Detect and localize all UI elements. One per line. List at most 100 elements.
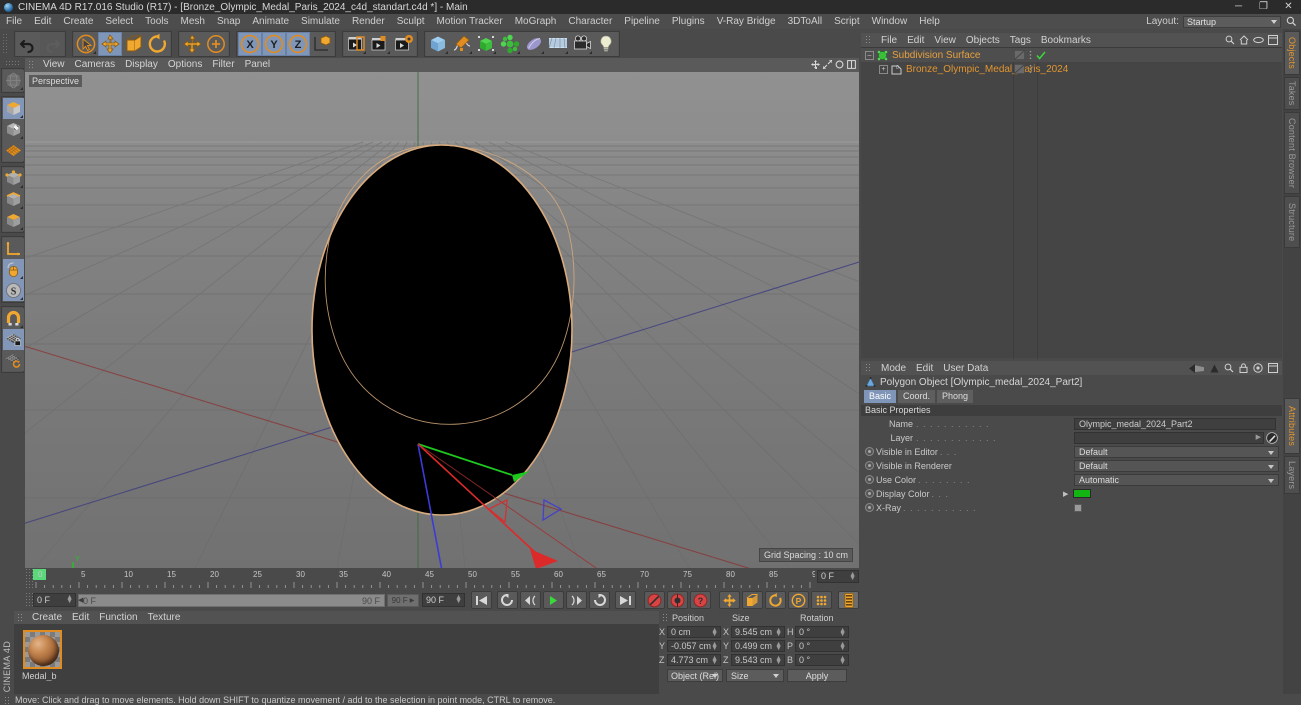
close-button[interactable]: ✕	[1276, 0, 1301, 14]
menu-item-snap[interactable]: Snap	[211, 14, 246, 29]
object-menu-edit[interactable]: Edit	[902, 35, 929, 46]
vertical-tab-content-browser[interactable]: Content Browser	[1284, 112, 1300, 194]
layer-picker-icon[interactable]	[1266, 431, 1278, 444]
tab-phong[interactable]: Phong	[937, 390, 974, 403]
menu-item-motion-tracker[interactable]: Motion Tracker	[431, 14, 509, 29]
spinner-icon[interactable]: ▲ ▼	[66, 594, 73, 605]
menu-item-script[interactable]: Script	[828, 14, 866, 29]
texture-mode-icon[interactable]	[3, 140, 24, 161]
attribute-manager-drag-handle[interactable]	[865, 363, 872, 373]
target-icon[interactable]	[1253, 363, 1263, 373]
menu-item-pipeline[interactable]: Pipeline	[618, 14, 666, 29]
render-settings-icon[interactable]	[392, 31, 416, 56]
enable-axis-icon[interactable]	[3, 238, 24, 259]
workplane-align-icon[interactable]	[3, 350, 24, 371]
next-frame-icon[interactable]	[566, 591, 587, 609]
autokey-icon[interactable]	[667, 591, 688, 609]
menu-item-v-ray-bridge[interactable]: V-Ray Bridge	[711, 14, 782, 29]
search-icon[interactable]	[1225, 35, 1235, 45]
material-menu-texture[interactable]: Texture	[143, 612, 186, 623]
object-menu-tags[interactable]: Tags	[1005, 35, 1036, 46]
viewport-solo-icon[interactable]	[3, 259, 24, 280]
soft-selection-icon[interactable]: S	[3, 280, 24, 301]
spinner-icon[interactable]: ▲ ▼	[775, 627, 782, 638]
world-object-axis-icon[interactable]	[310, 31, 334, 56]
expand-icon[interactable]	[1268, 363, 1278, 373]
timeline-drag-handle[interactable]	[25, 568, 33, 589]
attribute-menu-mode[interactable]: Mode	[876, 363, 911, 374]
viewport-menu-filter[interactable]: Filter	[207, 58, 239, 72]
spline-pen-icon[interactable]	[450, 31, 474, 56]
axis-z-icon[interactable]: Z	[286, 31, 310, 56]
scale-icon[interactable]	[122, 31, 146, 56]
rotation-key-icon[interactable]	[765, 591, 786, 609]
timeline-preview-end-button[interactable]: 90 F ▶	[387, 593, 419, 607]
move-plus-icon[interactable]	[180, 31, 204, 56]
rotation-b-field[interactable]: 0 ° ▲ ▼	[795, 653, 849, 666]
material-menu-create[interactable]: Create	[27, 612, 67, 623]
up-arrow-icon[interactable]	[1210, 364, 1219, 373]
nurbs-generator-icon[interactable]	[474, 31, 498, 56]
object-menu-bookmarks[interactable]: Bookmarks	[1036, 35, 1096, 46]
layout-dropdown[interactable]: Startup	[1183, 15, 1281, 28]
material-menu-edit[interactable]: Edit	[67, 612, 94, 623]
size-z-field[interactable]: 9.543 cm ▲ ▼	[731, 653, 785, 666]
menu-item-help[interactable]: Help	[913, 14, 946, 29]
loop-icon[interactable]	[589, 591, 610, 609]
spinner-icon[interactable]: ▲ ▼	[711, 655, 718, 666]
attribute-menu-edit[interactable]: Edit	[911, 363, 938, 374]
point-level-key-icon[interactable]	[811, 591, 832, 609]
timeline-current-frame-right[interactable]: 0 F ▲ ▼	[817, 570, 859, 583]
vertical-tab-layers[interactable]: Layers	[1284, 456, 1300, 494]
material-manager-body[interactable]: Medal_b	[14, 624, 659, 694]
menu-item-sculpt[interactable]: Sculpt	[391, 14, 431, 29]
visible-in-editor-dropdown[interactable]: Default	[1074, 445, 1279, 458]
visibility-toggle-icon[interactable]	[1014, 50, 1025, 60]
eye-icon[interactable]	[1253, 36, 1264, 44]
tag-dots-icon[interactable]	[1029, 64, 1032, 74]
edges-mode-icon[interactable]	[3, 189, 24, 210]
object-manager-tree[interactable]: – Subdivision Surface +0 Bronze_Olympic_Med…	[861, 47, 1282, 359]
go-to-end-icon[interactable]	[615, 591, 636, 609]
make-editable-icon[interactable]	[3, 98, 24, 119]
spinner-icon[interactable]: ▲ ▼	[849, 571, 856, 582]
menu-item-animate[interactable]: Animate	[246, 14, 295, 29]
menu-item-character[interactable]: Character	[562, 14, 618, 29]
left-toolbar-drag-handle[interactable]	[4, 60, 21, 65]
menu-item-plugins[interactable]: Plugins	[666, 14, 711, 29]
points-mode-icon[interactable]	[3, 168, 24, 189]
go-to-start-icon[interactable]	[471, 591, 492, 609]
size-x-field[interactable]: 9.545 cm ▲ ▼	[731, 625, 785, 638]
vertical-tab-attributes[interactable]: Attributes	[1284, 398, 1300, 454]
rotation-p-field[interactable]: 0 ° ▲ ▼	[795, 639, 849, 652]
display-color-swatch[interactable]	[1073, 489, 1091, 498]
floor-environment-icon[interactable]	[546, 31, 570, 56]
menu-item-tools[interactable]: Tools	[139, 14, 174, 29]
tree-expander-minus-icon[interactable]: –	[865, 50, 874, 60]
expand-icon[interactable]	[1268, 35, 1278, 45]
toolbar-drag-handle[interactable]	[2, 32, 9, 55]
visibility-toggle-icon[interactable]	[1014, 64, 1025, 74]
coordinate-mode-dropdown[interactable]: Object (Rel)	[667, 669, 723, 682]
vertical-tab-structure[interactable]: Structure	[1284, 196, 1300, 248]
viewport-menu-panel[interactable]: Panel	[240, 58, 276, 72]
radio-icon[interactable]	[865, 447, 874, 456]
menu-item-render[interactable]: Render	[346, 14, 391, 29]
layer-input[interactable]: ▶	[1074, 431, 1264, 444]
light-bulb-icon[interactable]	[594, 31, 618, 56]
spinner-icon[interactable]: ▲ ▼	[839, 655, 846, 666]
bend-deformer-icon[interactable]	[522, 31, 546, 56]
position-y-field[interactable]: -0.057 cm ▲ ▼	[667, 639, 721, 652]
rotate-icon[interactable]	[146, 31, 170, 56]
animation-mode-icon[interactable]	[838, 591, 859, 609]
previous-frame-icon[interactable]	[520, 591, 541, 609]
axis-y-icon[interactable]: Y	[262, 31, 286, 56]
position-z-field[interactable]: 4.773 cm ▲ ▼	[667, 653, 721, 666]
size-y-field[interactable]: 0.499 cm ▲ ▼	[731, 639, 785, 652]
spinner-icon[interactable]: ▲ ▼	[775, 641, 782, 652]
viewport-scale-icon[interactable]	[823, 60, 832, 69]
redo-icon[interactable]	[40, 31, 64, 56]
menu-item-mograph[interactable]: MoGraph	[509, 14, 563, 29]
name-input[interactable]: Olympic_medal_2024_Part2	[1074, 417, 1276, 430]
material-menu-function[interactable]: Function	[94, 612, 142, 623]
